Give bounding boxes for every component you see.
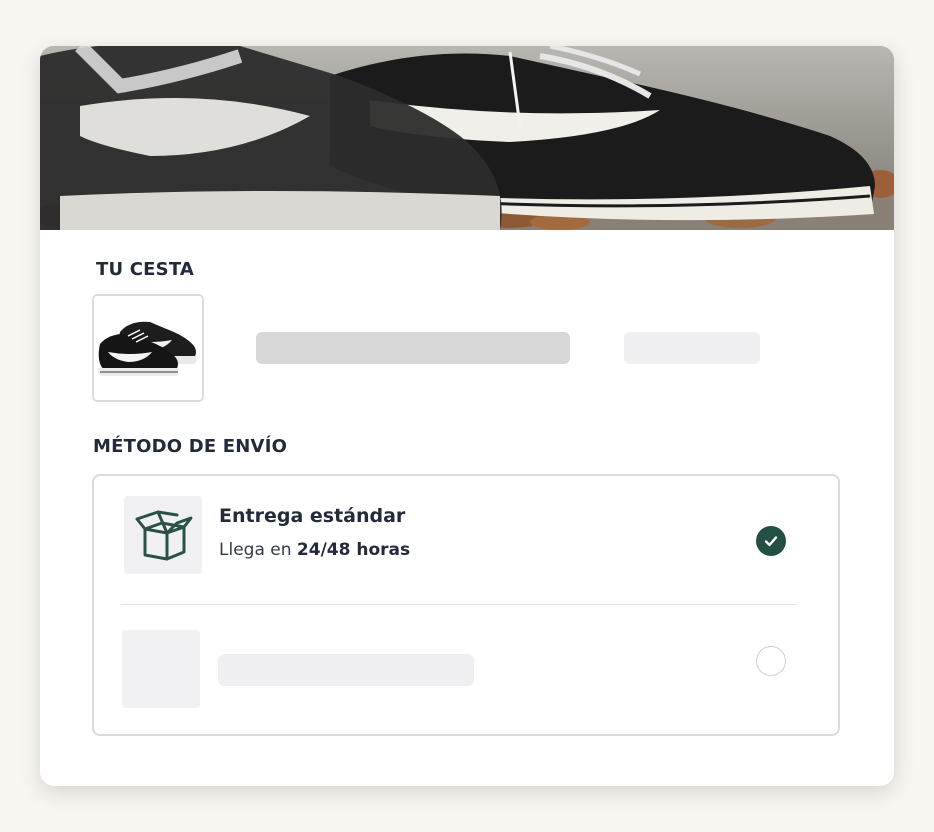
radio-unselected[interactable] [756, 646, 786, 676]
product-name-placeholder [256, 332, 570, 364]
option-delivery-time: 24/48 horas [296, 540, 411, 560]
product-price-placeholder [624, 332, 760, 364]
option-subtitle: Llega en 24/48 horas [219, 540, 410, 560]
option-icon-container [124, 496, 202, 574]
shipping-section-title: MÉTODO DE ENVÍO [93, 436, 288, 457]
option-subtitle-prefix: Llega en [219, 540, 297, 560]
option-icon-placeholder [122, 630, 200, 708]
product-thumbnail[interactable] [92, 294, 204, 402]
shipping-options: Entrega estándar Llega en 24/48 horas [92, 474, 840, 736]
hero-image [40, 46, 894, 230]
option-divider [121, 604, 797, 605]
checkout-card: TU CESTA MÉTODO DE ENVÍO Entrega estánda… [40, 46, 894, 786]
sneaker-image [94, 296, 202, 400]
sneakers-photo [40, 46, 894, 230]
box-icon [135, 510, 193, 561]
cart-section-title: TU CESTA [96, 259, 195, 280]
selected-check-icon[interactable] [756, 526, 786, 556]
option-title: Entrega estándar [219, 505, 406, 527]
option-label-placeholder [218, 654, 474, 686]
checkmark-icon [764, 536, 778, 547]
